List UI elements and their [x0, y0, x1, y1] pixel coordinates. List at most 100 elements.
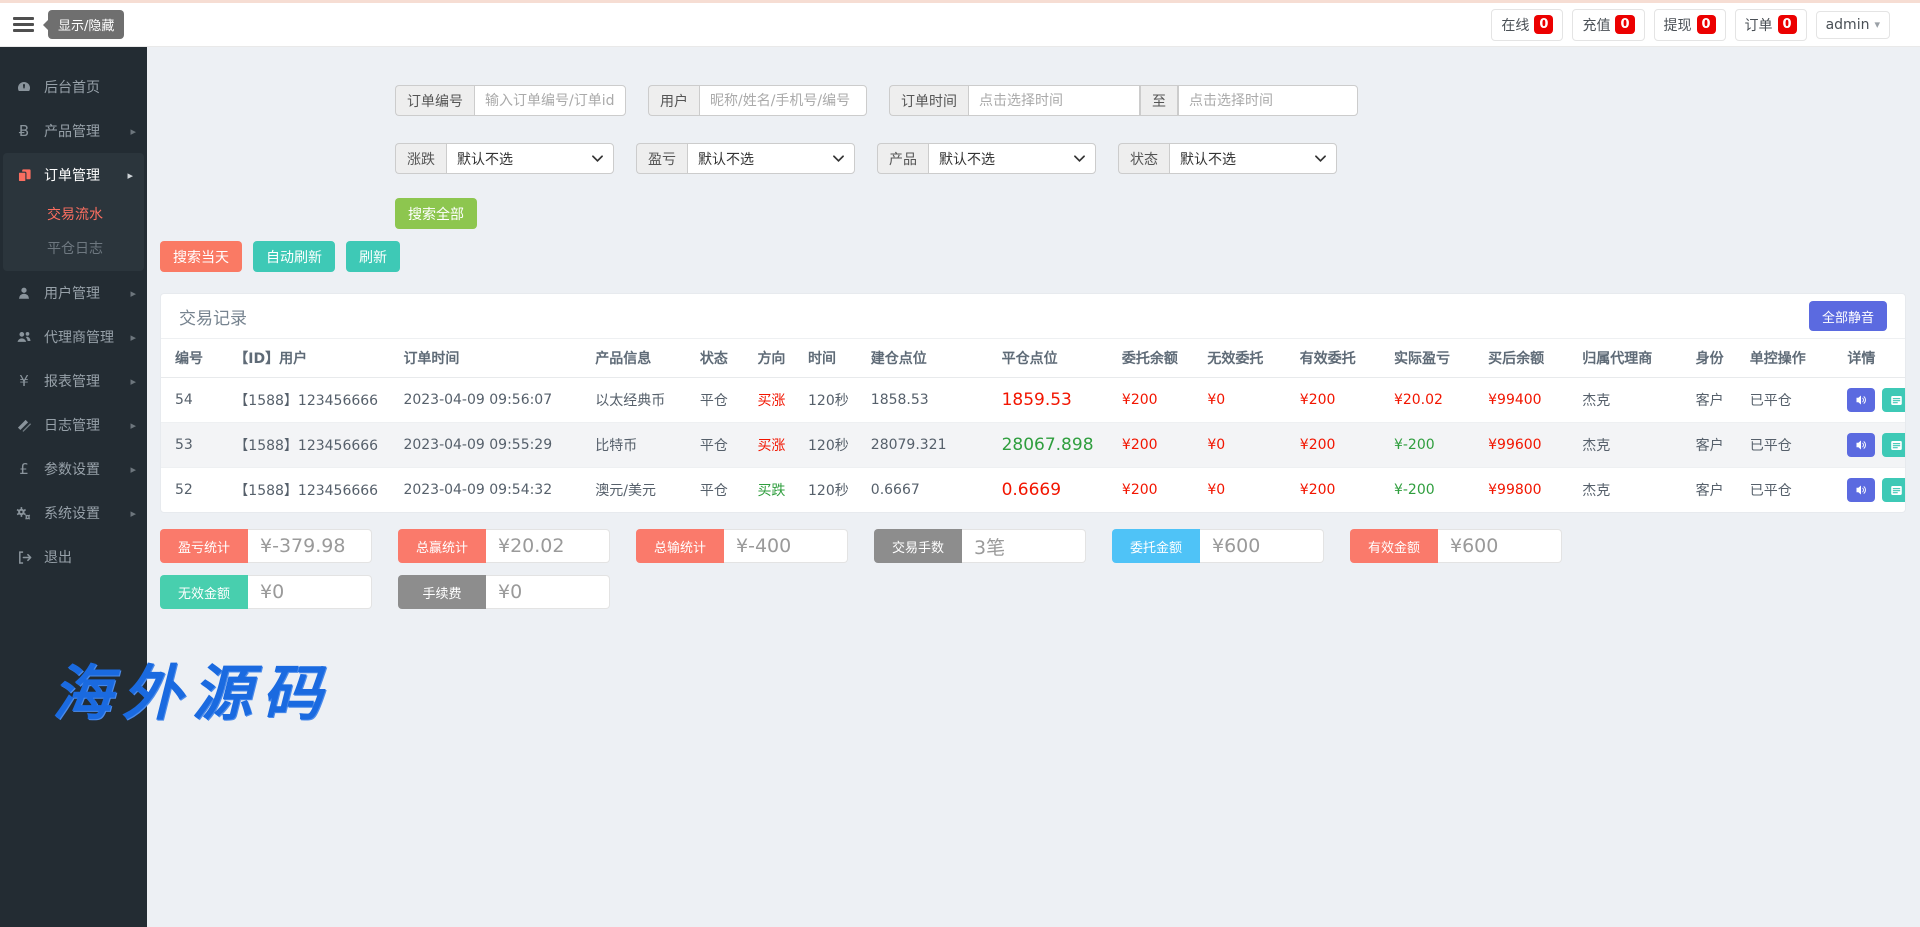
sidebar-toggle-icon[interactable] [13, 14, 34, 35]
status-select-value: 默认不选 [1180, 149, 1236, 169]
sidebar-item-reports[interactable]: ¥ 报表管理 ▸ [0, 359, 147, 403]
stat-valid-amount: 有效金额 ¥600 [1350, 529, 1562, 563]
cell-duration: 120秒 [794, 423, 857, 468]
stat-total-loss: 总输统计 ¥-400 [636, 529, 848, 563]
online-label: 在线 [1501, 15, 1529, 35]
stat-profit-loss: 盈亏统计 ¥-379.98 [160, 529, 372, 563]
volume-icon [1855, 439, 1867, 451]
cell-time: 2023-04-09 09:54:32 [389, 468, 581, 513]
sidebar-item-label: 日志管理 [44, 415, 100, 435]
volume-icon [1855, 484, 1867, 496]
col-control: 单控操作 [1736, 339, 1834, 378]
stat-value: ¥0 [486, 575, 610, 609]
cell-direction: 买涨 [743, 378, 794, 423]
updown-select[interactable]: 默认不选 [446, 143, 614, 174]
order-no-input[interactable] [474, 85, 626, 116]
search-all-button[interactable]: 搜索全部 [395, 198, 477, 229]
cell-control: 已平仓 [1736, 423, 1834, 468]
status-select[interactable]: 默认不选 [1169, 143, 1337, 174]
chevron-right-icon: ▸ [130, 507, 136, 520]
detail-button[interactable] [1882, 388, 1905, 412]
filter-order-no-label: 订单编号 [395, 85, 474, 116]
col-actual-profit: 实际盈亏 [1380, 339, 1474, 378]
chevron-right-icon: ▸ [130, 419, 136, 432]
sidebar-item-label: 用户管理 [44, 283, 100, 303]
sidebar-item-users[interactable]: 用户管理 ▸ [0, 271, 147, 315]
sidebar-item-orders[interactable]: 订单管理 ▸ [3, 153, 144, 197]
profit-select[interactable]: 默认不选 [687, 143, 855, 174]
sidebar-subitem-close-log[interactable]: 平仓日志 [3, 231, 144, 265]
col-duration: 时间 [794, 339, 857, 378]
online-count-button[interactable]: 在线 0 [1491, 9, 1563, 41]
chevron-down-icon [1315, 155, 1326, 163]
cell-profit: ¥20.02 [1380, 378, 1474, 423]
stat-value: ¥600 [1438, 529, 1562, 563]
sidebar-item-label: 报表管理 [44, 371, 100, 391]
order-count-button[interactable]: 订单 0 [1735, 9, 1807, 41]
filter-updown-label: 涨跌 [395, 143, 446, 174]
recharge-count-button[interactable]: 充值 0 [1572, 9, 1644, 41]
cell-agent: 杰克 [1568, 423, 1681, 468]
detail-button[interactable] [1882, 478, 1905, 502]
table-row: 53 【1588】123456666 2023-04-09 09:55:29 比… [161, 423, 1905, 468]
col-open-point: 建仓点位 [857, 339, 988, 378]
cell-invalid-entrust: ¥0 [1193, 423, 1285, 468]
col-product: 产品信息 [581, 339, 686, 378]
filter-profit-label: 盈亏 [636, 143, 687, 174]
cell-product: 以太经典币 [581, 378, 686, 423]
cell-after-balance: ¥99600 [1474, 423, 1568, 468]
voice-button[interactable] [1847, 433, 1875, 457]
sidebar-item-logout[interactable]: 退出 [0, 535, 147, 579]
mute-all-button[interactable]: 全部静音 [1809, 301, 1887, 331]
sidebar-item-agents[interactable]: 代理商管理 ▸ [0, 315, 147, 359]
sign-out-icon [13, 550, 35, 565]
sidebar-item-label: 系统设置 [44, 503, 100, 523]
sidebar-item-parameters[interactable]: £ 参数设置 ▸ [0, 447, 147, 491]
files-icon [13, 168, 35, 183]
cell-direction: 买跌 [743, 468, 794, 513]
user-input[interactable] [699, 85, 867, 116]
cell-time: 2023-04-09 09:56:07 [389, 378, 581, 423]
admin-menu-button[interactable]: admin ▾ [1816, 11, 1890, 39]
trade-records-table: 编号 【ID】用户 订单时间 产品信息 状态 方向 时间 建仓点位 平仓点位 委… [161, 339, 1905, 512]
voice-button[interactable] [1847, 478, 1875, 502]
recharge-label: 充值 [1582, 15, 1610, 35]
cell-profit: ¥-200 [1380, 423, 1474, 468]
sidebar-subitem-trade-flow[interactable]: 交易流水 [3, 197, 144, 231]
cell-duration: 120秒 [794, 468, 857, 513]
chevron-down-icon: ▾ [1874, 18, 1880, 31]
refresh-button[interactable]: 刷新 [346, 241, 400, 272]
col-identity: 身份 [1682, 339, 1736, 378]
product-select[interactable]: 默认不选 [928, 143, 1096, 174]
cell-profit: ¥-200 [1380, 468, 1474, 513]
cell-valid-entrust: ¥200 [1286, 378, 1380, 423]
cell-control: 已平仓 [1736, 378, 1834, 423]
sidebar-item-logs[interactable]: 日志管理 ▸ [0, 403, 147, 447]
bitcoin-icon: Ƀ [13, 122, 35, 140]
detail-button[interactable] [1882, 433, 1905, 457]
col-entrust-balance: 委托余额 [1108, 339, 1193, 378]
col-agent: 归属代理商 [1568, 339, 1681, 378]
time-from-input[interactable] [968, 85, 1140, 116]
filter-status-label: 状态 [1118, 143, 1169, 174]
cell-time: 2023-04-09 09:55:29 [389, 423, 581, 468]
chevron-down-icon [592, 155, 603, 163]
cell-close: 1859.53 [988, 378, 1108, 423]
stat-label: 总输统计 [636, 529, 724, 563]
stat-label: 交易手数 [874, 529, 962, 563]
cell-close: 0.6669 [988, 468, 1108, 513]
voice-button[interactable] [1847, 388, 1875, 412]
sidebar-item-products[interactable]: Ƀ 产品管理 ▸ [0, 109, 147, 153]
sidebar-item-system[interactable]: 系统设置 ▸ [0, 491, 147, 535]
time-to-input[interactable] [1178, 85, 1358, 116]
filter-product-label: 产品 [877, 143, 928, 174]
list-icon [1890, 394, 1903, 407]
col-order-time: 订单时间 [389, 339, 581, 378]
cell-open: 1858.53 [857, 378, 988, 423]
sidebar-item-dashboard[interactable]: 后台首页 [0, 65, 147, 109]
auto-refresh-button[interactable]: 自动刷新 [253, 241, 335, 272]
stat-invalid-amount: 无效金额 ¥0 [160, 575, 372, 609]
withdraw-count-button[interactable]: 提现 0 [1654, 9, 1726, 41]
chevron-right-icon: ▸ [130, 287, 136, 300]
search-today-button[interactable]: 搜索当天 [160, 241, 242, 272]
